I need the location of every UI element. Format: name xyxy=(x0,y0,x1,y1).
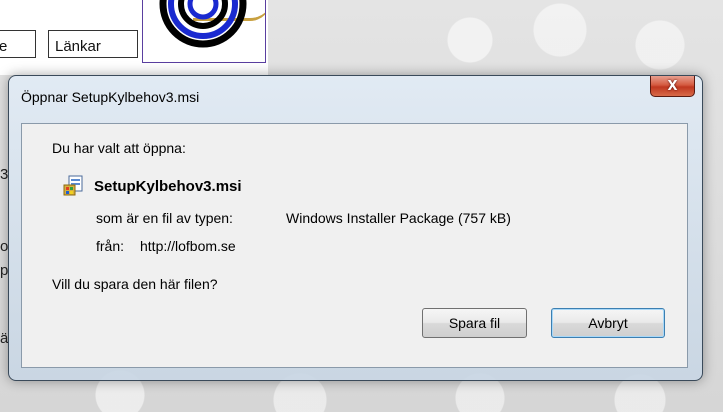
nav-links-label: Länkar xyxy=(55,38,101,55)
nav-cell-links[interactable]: Länkar xyxy=(48,30,138,58)
intro-text: Du har valt att öppna: xyxy=(52,140,186,156)
source-url: http://lofbom.se xyxy=(140,238,236,254)
file-name: SetupKylbehov3.msi xyxy=(94,178,242,195)
msi-installer-icon xyxy=(63,175,83,196)
site-logo xyxy=(142,0,266,63)
dialog-titlebar[interactable]: Öppnar SetupKylbehov3.msi X xyxy=(9,76,702,114)
file-type-value: Windows Installer Package (757 kB) xyxy=(286,210,511,226)
dialog-content: Du har valt att öppna: SetupKylbehov3.ms… xyxy=(21,123,688,368)
save-file-label: Spara fil xyxy=(448,315,501,331)
cancel-button[interactable]: Avbryt xyxy=(551,308,665,338)
close-icon: X xyxy=(667,78,678,94)
dialog-title: Öppnar SetupKylbehov3.msi xyxy=(21,89,200,105)
nav-cell-partial[interactable]: e xyxy=(0,30,36,58)
file-type-label: som är en fil av typen: xyxy=(96,210,233,226)
cancel-label: Avbryt xyxy=(588,315,628,331)
close-button[interactable]: X xyxy=(650,76,695,97)
open-file-dialog: Öppnar SetupKylbehov3.msi X Du har valt … xyxy=(8,75,703,381)
save-file-button[interactable]: Spara fil xyxy=(422,308,527,338)
nav-cell-partial-label: e xyxy=(0,38,8,55)
spiral-logo-icon xyxy=(159,0,247,48)
source-label: från: xyxy=(96,238,125,254)
save-question: Vill du spara den här filen? xyxy=(52,276,218,292)
